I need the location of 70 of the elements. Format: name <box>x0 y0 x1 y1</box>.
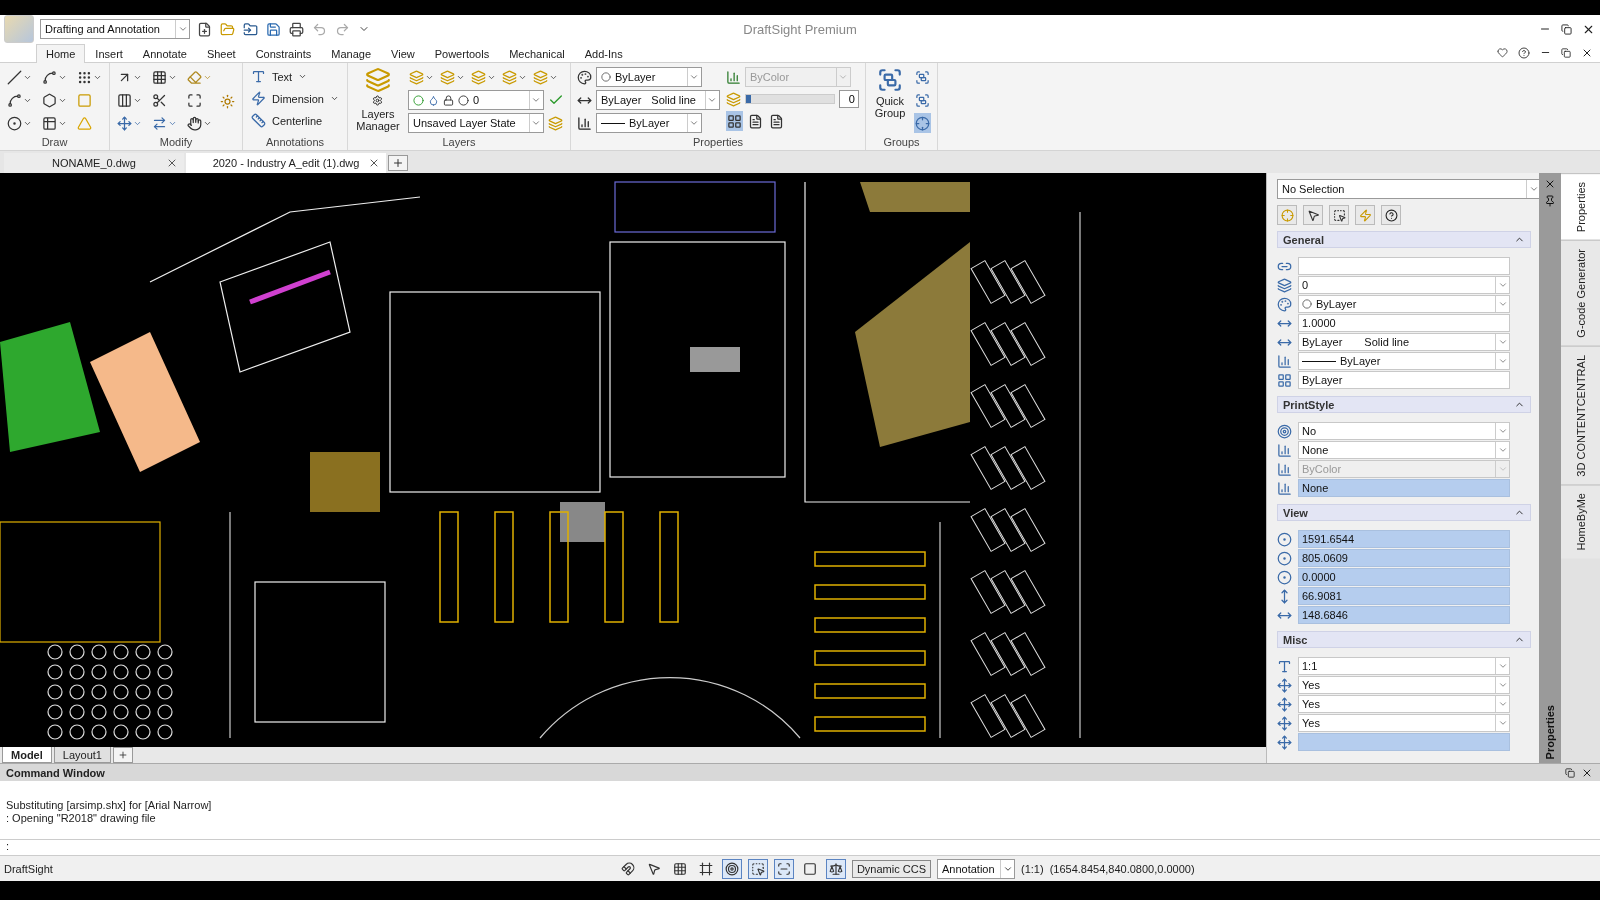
property-field[interactable]: 1.0000 <box>1298 314 1510 332</box>
layout-tab[interactable]: Layout1 <box>53 747 111 763</box>
property-dropdown[interactable]: 0 <box>1298 276 1510 294</box>
app-name: DraftSight <box>4 862 53 875</box>
property-dropdown[interactable]: Yes <box>1298 676 1510 694</box>
quick-group-button[interactable]: Quick Group <box>871 67 908 119</box>
ribbon-tab[interactable]: Powertools <box>424 44 500 63</box>
ribbon-tab[interactable]: Add-Ins <box>574 44 633 63</box>
ribbon-group-title: Annotations <box>264 136 326 150</box>
section-header[interactable]: View <box>1277 504 1531 521</box>
property-dropdown[interactable]: Yes <box>1298 695 1510 713</box>
linestyle-dropdown[interactable]: ByLayer Solid line <box>595 90 720 110</box>
ribbon-group-title: Modify <box>158 136 194 150</box>
ribbon-group-title: Properties <box>691 136 745 150</box>
property-field[interactable]: 66.9081 <box>1298 587 1510 605</box>
side-tab[interactable]: 3D CONTENTCENTRAL <box>1561 345 1600 485</box>
command-output-line: : Opening "R2018" drawing file <box>6 812 157 825</box>
ribbon-tab[interactable]: Sheet <box>196 44 246 63</box>
annotation-dropdown[interactable]: Annotation <box>937 858 1015 879</box>
ribbon-group-title: Groups <box>882 136 921 150</box>
section-header[interactable]: Misc <box>1277 631 1531 648</box>
layer-state-dropdown[interactable]: Unsaved Layer State <box>407 113 544 133</box>
layout-tab[interactable]: Model <box>2 747 52 763</box>
ribbon-tab[interactable]: Annotate <box>132 44 197 63</box>
color-dropdown[interactable]: ByLayer <box>595 67 702 87</box>
property-field[interactable]: 1591.6544 <box>1298 530 1510 548</box>
command-output-line: Substituting [arsimp.shx] for [Arial Narrow] <box>6 799 213 812</box>
transparency-field[interactable]: 0 <box>838 90 859 108</box>
coordinates-text: (1654.8454,840.0800,0.0000) <box>1049 862 1195 875</box>
property-field[interactable]: None <box>1298 479 1510 497</box>
selection-dropdown[interactable]: No Selection <box>1277 179 1541 199</box>
property-dropdown[interactable]: 1:1 <box>1298 657 1510 675</box>
panel-label: Properties <box>1544 704 1556 759</box>
document-tab[interactable]: NONAME_0.dwg <box>4 153 184 173</box>
document-tab[interactable]: 2020 - Industry A_edit (1).dwg <box>186 153 386 173</box>
ribbon-group-title: Draw <box>40 136 69 150</box>
property-dropdown[interactable]: ByLayer <box>1298 295 1510 313</box>
command-window-title: Command Window <box>6 766 105 779</box>
ribbon-tab[interactable]: Mechanical <box>499 44 575 63</box>
section-header[interactable]: General <box>1277 231 1531 248</box>
annotation-button[interactable]: Dimension <box>249 89 341 108</box>
section-header[interactable]: PrintStyle <box>1277 396 1531 413</box>
ribbon-tab[interactable]: Home <box>36 44 86 63</box>
property-dropdown[interactable]: None <box>1298 441 1510 459</box>
side-tab[interactable]: HomeByMe <box>1561 484 1600 559</box>
window-title: DraftSight Premium <box>743 21 857 37</box>
ribbon-tab[interactable]: Insert <box>85 44 133 63</box>
property-dropdown[interactable]: No <box>1298 422 1510 440</box>
side-tab[interactable]: G-code Generator <box>1561 240 1600 346</box>
ribbon-group-title: Layers <box>441 136 477 150</box>
lineweight-dropdown[interactable]: ByLayer <box>595 113 702 133</box>
property-field[interactable]: 148.6846 <box>1298 606 1510 624</box>
dynamic-ccs-button[interactable]: Dynamic CCS <box>851 859 931 878</box>
workspace-dropdown[interactable]: Drafting and Annotation <box>40 19 190 39</box>
ribbon-tab[interactable]: View <box>381 44 425 63</box>
property-dropdown[interactable]: Yes <box>1298 714 1510 732</box>
ribbon-tab[interactable]: Constraints <box>245 44 322 63</box>
annotation-button[interactable]: Centerline <box>249 111 341 130</box>
property-dropdown[interactable]: ByLayer <box>1298 352 1510 370</box>
scale-text: (1:1) <box>1021 862 1044 875</box>
layer-dropdown[interactable]: 0 <box>407 90 544 110</box>
property-field[interactable]: 0.0000 <box>1298 568 1510 586</box>
property-dropdown[interactable]: ByLayer Solid line <box>1298 333 1510 351</box>
annotation-button[interactable]: Text <box>249 67 341 86</box>
side-tab[interactable]: Properties <box>1561 173 1600 241</box>
command-input[interactable]: : <box>0 839 1600 855</box>
ribbon-tab[interactable]: Manage <box>321 44 382 63</box>
property-field[interactable]: ByLayer <box>1298 371 1510 389</box>
layers-manager-button[interactable]: Layers Manager <box>353 67 402 132</box>
property-field[interactable]: 805.0609 <box>1298 549 1510 567</box>
